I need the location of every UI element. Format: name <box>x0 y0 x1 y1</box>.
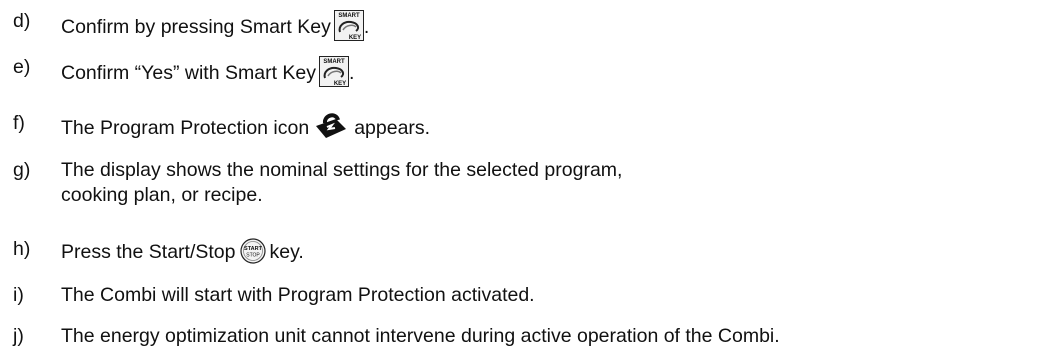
step-text-line-1: The display shows the nominal settings f… <box>61 159 623 181</box>
step-letter: g) <box>13 159 31 181</box>
step-letter: d) <box>13 10 31 32</box>
step-text: The display shows the nominal settings f… <box>61 159 622 206</box>
step-text: Press the Start/Stop START STOP key. <box>61 238 304 264</box>
smart-key-icon: SMART KEY <box>333 10 364 41</box>
step-text: Confirm “Yes” with Smart Key SMART KEY . <box>61 56 354 87</box>
stop-label: STOP <box>246 253 260 259</box>
step-text: The Combi will start with Program Protec… <box>61 284 535 306</box>
step-text-line-2: cooking plan, or recipe. <box>61 184 263 206</box>
step-letter: f) <box>13 112 25 134</box>
step-text-after: appears. <box>354 117 431 139</box>
step-text-before: The Program Protection icon <box>61 117 310 139</box>
step-text-after: . <box>349 62 355 84</box>
step-text-before: Press the Start/Stop <box>61 241 236 263</box>
step-text: The energy optimization unit cannot inte… <box>61 325 780 347</box>
smart-key-top-label: SMART <box>323 59 345 65</box>
step-text-after: . <box>363 16 370 38</box>
step-letter: h) <box>13 238 31 260</box>
start-stop-icon: START STOP <box>239 238 266 264</box>
step-text: The Program Protection icon appears. <box>61 112 430 139</box>
smart-key-bottom-label: KEY <box>349 35 361 41</box>
smart-key-bottom-label: KEY <box>334 81 346 87</box>
program-protection-icon <box>316 113 347 138</box>
step-text-before: Confirm by pressing Smart Key <box>61 16 331 38</box>
start-label: START <box>244 246 263 252</box>
step-text-after: key. <box>269 241 304 263</box>
step-letter: e) <box>13 56 31 78</box>
smart-key-icon: SMART KEY <box>319 56 350 87</box>
step-text: Confirm by pressing Smart Key SMART KEY … <box>61 10 369 41</box>
step-letter: j) <box>13 325 24 347</box>
smart-key-top-label: SMART <box>338 13 360 19</box>
step-text-before: Confirm “Yes” with Smart Key <box>61 62 317 84</box>
step-letter: i) <box>13 284 24 306</box>
